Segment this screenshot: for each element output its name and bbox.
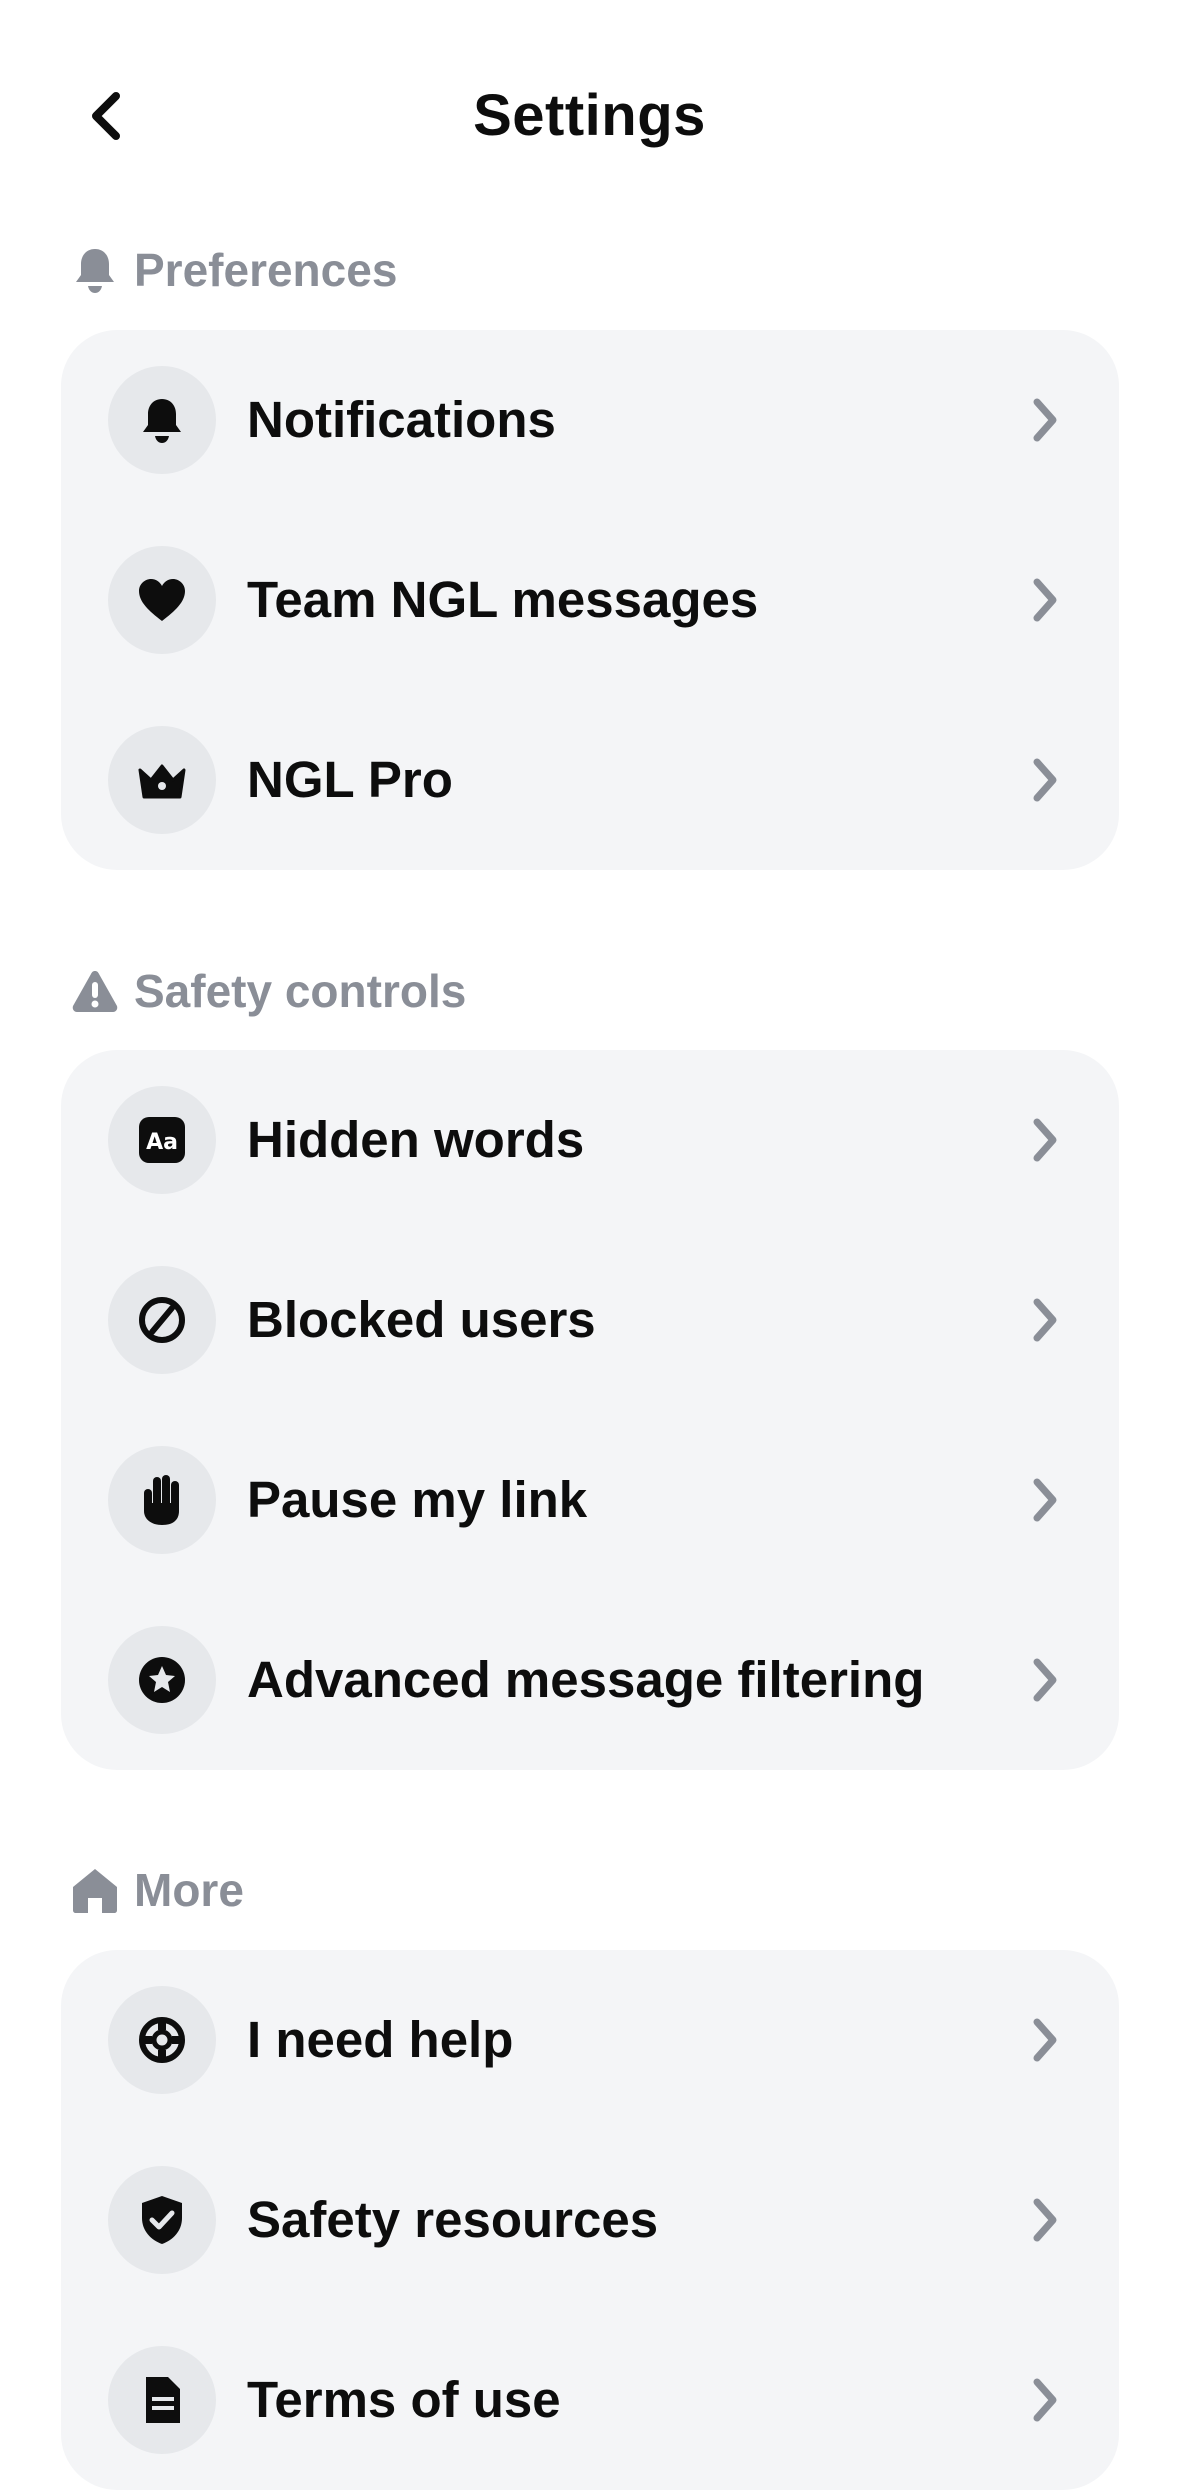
row-team-ngl-messages[interactable]: Team NGL messages xyxy=(61,510,1119,690)
icon-circle xyxy=(108,1266,216,1374)
chevron-left-icon xyxy=(92,92,120,140)
back-button[interactable] xyxy=(72,82,140,150)
svg-text:Aa: Aa xyxy=(146,1130,178,1155)
row-label: Hidden words xyxy=(247,1111,585,1168)
row-label: Pause my link xyxy=(247,1471,588,1528)
text-aa-icon: Aa xyxy=(139,1117,185,1163)
bell-icon xyxy=(143,399,181,443)
chevron-right-icon xyxy=(1017,2372,1073,2428)
row-label: NGL Pro xyxy=(247,751,453,808)
chevron-right-icon xyxy=(1017,1112,1073,1168)
row-label: Blocked users xyxy=(247,1291,596,1348)
row-ngl-pro[interactable]: NGL Pro xyxy=(61,690,1119,870)
section-header-more: More xyxy=(70,1860,244,1920)
section-label-preferences: Preferences xyxy=(134,244,398,296)
icon-circle xyxy=(108,1986,216,2094)
heart-icon xyxy=(139,579,185,621)
lifebuoy-icon xyxy=(139,2017,185,2063)
section-header-safety-controls: Safety controls xyxy=(70,961,466,1021)
card-more: I need help Safety resources Terms of us… xyxy=(61,1950,1119,2490)
chevron-right-icon xyxy=(1017,1652,1073,1708)
row-safety-resources[interactable]: Safety resources xyxy=(61,2130,1119,2310)
icon-circle xyxy=(108,2346,216,2454)
row-terms-of-use[interactable]: Terms of use xyxy=(61,2310,1119,2490)
block-icon xyxy=(139,1297,185,1343)
hand-icon xyxy=(144,1475,179,1525)
chevron-right-icon xyxy=(1017,1292,1073,1348)
bell-icon xyxy=(70,245,120,295)
row-label: Team NGL messages xyxy=(247,571,759,628)
row-notifications[interactable]: Notifications xyxy=(61,330,1119,510)
card-preferences: Notifications Team NGL messages NGL Pro xyxy=(61,330,1119,870)
row-label: Terms of use xyxy=(247,2371,561,2428)
chevron-right-icon xyxy=(1017,572,1073,628)
chevron-right-icon xyxy=(1017,2012,1073,2068)
section-label-safety-controls: Safety controls xyxy=(134,965,467,1017)
row-blocked-users[interactable]: Blocked users xyxy=(61,1230,1119,1410)
row-i-need-help[interactable]: I need help xyxy=(61,1950,1119,2130)
icon-circle xyxy=(108,546,216,654)
icon-circle: Aa xyxy=(108,1086,216,1194)
row-hidden-words[interactable]: Aa Hidden words xyxy=(61,1050,1119,1230)
icon-circle xyxy=(108,1626,216,1734)
crown-icon xyxy=(138,764,186,799)
row-label: I need help xyxy=(247,2011,514,2068)
shield-check-icon xyxy=(142,2196,182,2244)
row-label: Safety resources xyxy=(247,2191,659,2248)
document-icon xyxy=(146,2377,180,2423)
icon-circle xyxy=(108,726,216,834)
icon-circle xyxy=(108,366,216,474)
star-badge-icon xyxy=(139,1657,185,1703)
chevron-right-icon xyxy=(1017,752,1073,808)
card-safety-controls: Aa Hidden words Blocked users Pause my l… xyxy=(61,1050,1119,1770)
chevron-right-icon xyxy=(1017,1472,1073,1528)
home-icon xyxy=(70,1865,120,1915)
icon-circle xyxy=(108,1446,216,1554)
chevron-right-icon xyxy=(1017,392,1073,448)
section-header-preferences: Preferences xyxy=(70,240,397,300)
section-label-more: More xyxy=(134,1864,244,1916)
header: Settings xyxy=(0,60,1179,172)
row-pause-my-link[interactable]: Pause my link xyxy=(61,1410,1119,1590)
row-label: Notifications xyxy=(247,391,556,448)
warning-icon xyxy=(70,966,120,1016)
row-label: Advanced message filtering xyxy=(247,1651,925,1708)
page-title: Settings xyxy=(473,83,706,148)
chevron-right-icon xyxy=(1017,2192,1073,2248)
row-advanced-message-filtering[interactable]: Advanced message filtering xyxy=(61,1590,1119,1770)
icon-circle xyxy=(108,2166,216,2274)
